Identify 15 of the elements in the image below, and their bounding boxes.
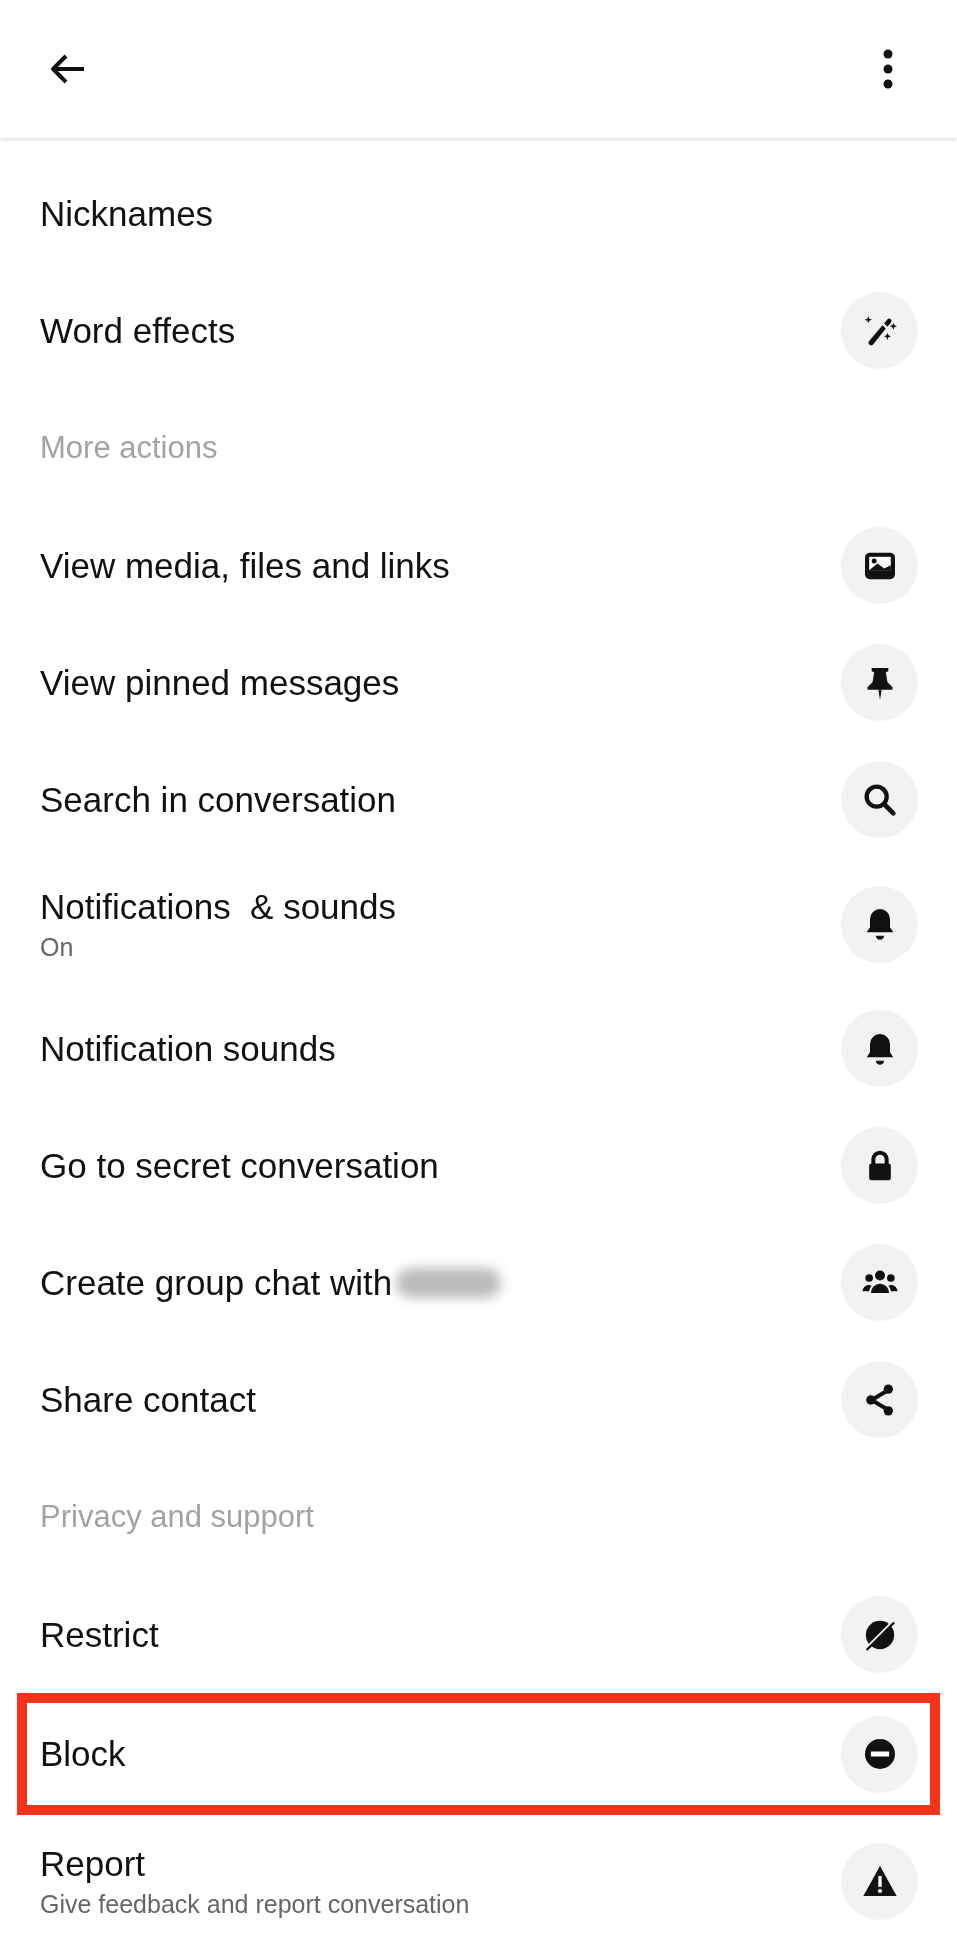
menu-item[interactable]: Create group chat with: [0, 1224, 957, 1341]
menu-item[interactable]: Restrict: [0, 1576, 957, 1693]
menu-item[interactable]: Search in conversation: [0, 741, 957, 858]
menu-item[interactable]: Notification sounds: [0, 990, 957, 1107]
menu-item[interactable]: Word effects: [0, 272, 957, 389]
menu-item[interactable]: View pinned messages: [0, 624, 957, 741]
menu-item[interactable]: Nicknames: [0, 155, 957, 272]
section-heading: Privacy and support: [40, 1499, 314, 1535]
menu-item[interactable]: Share contact: [0, 1341, 957, 1458]
menu-item[interactable]: Report Give feedback and report conversation: [0, 1815, 957, 1933]
menu-item[interactable]: Notifications & sounds On: [0, 858, 957, 990]
menu-item[interactable]: Block: [17, 1693, 940, 1815]
section-heading: More actions: [40, 430, 218, 466]
menu-item[interactable]: View media, files and links: [0, 507, 957, 624]
menu-item[interactable]: Go to secret conversation: [0, 1107, 957, 1224]
